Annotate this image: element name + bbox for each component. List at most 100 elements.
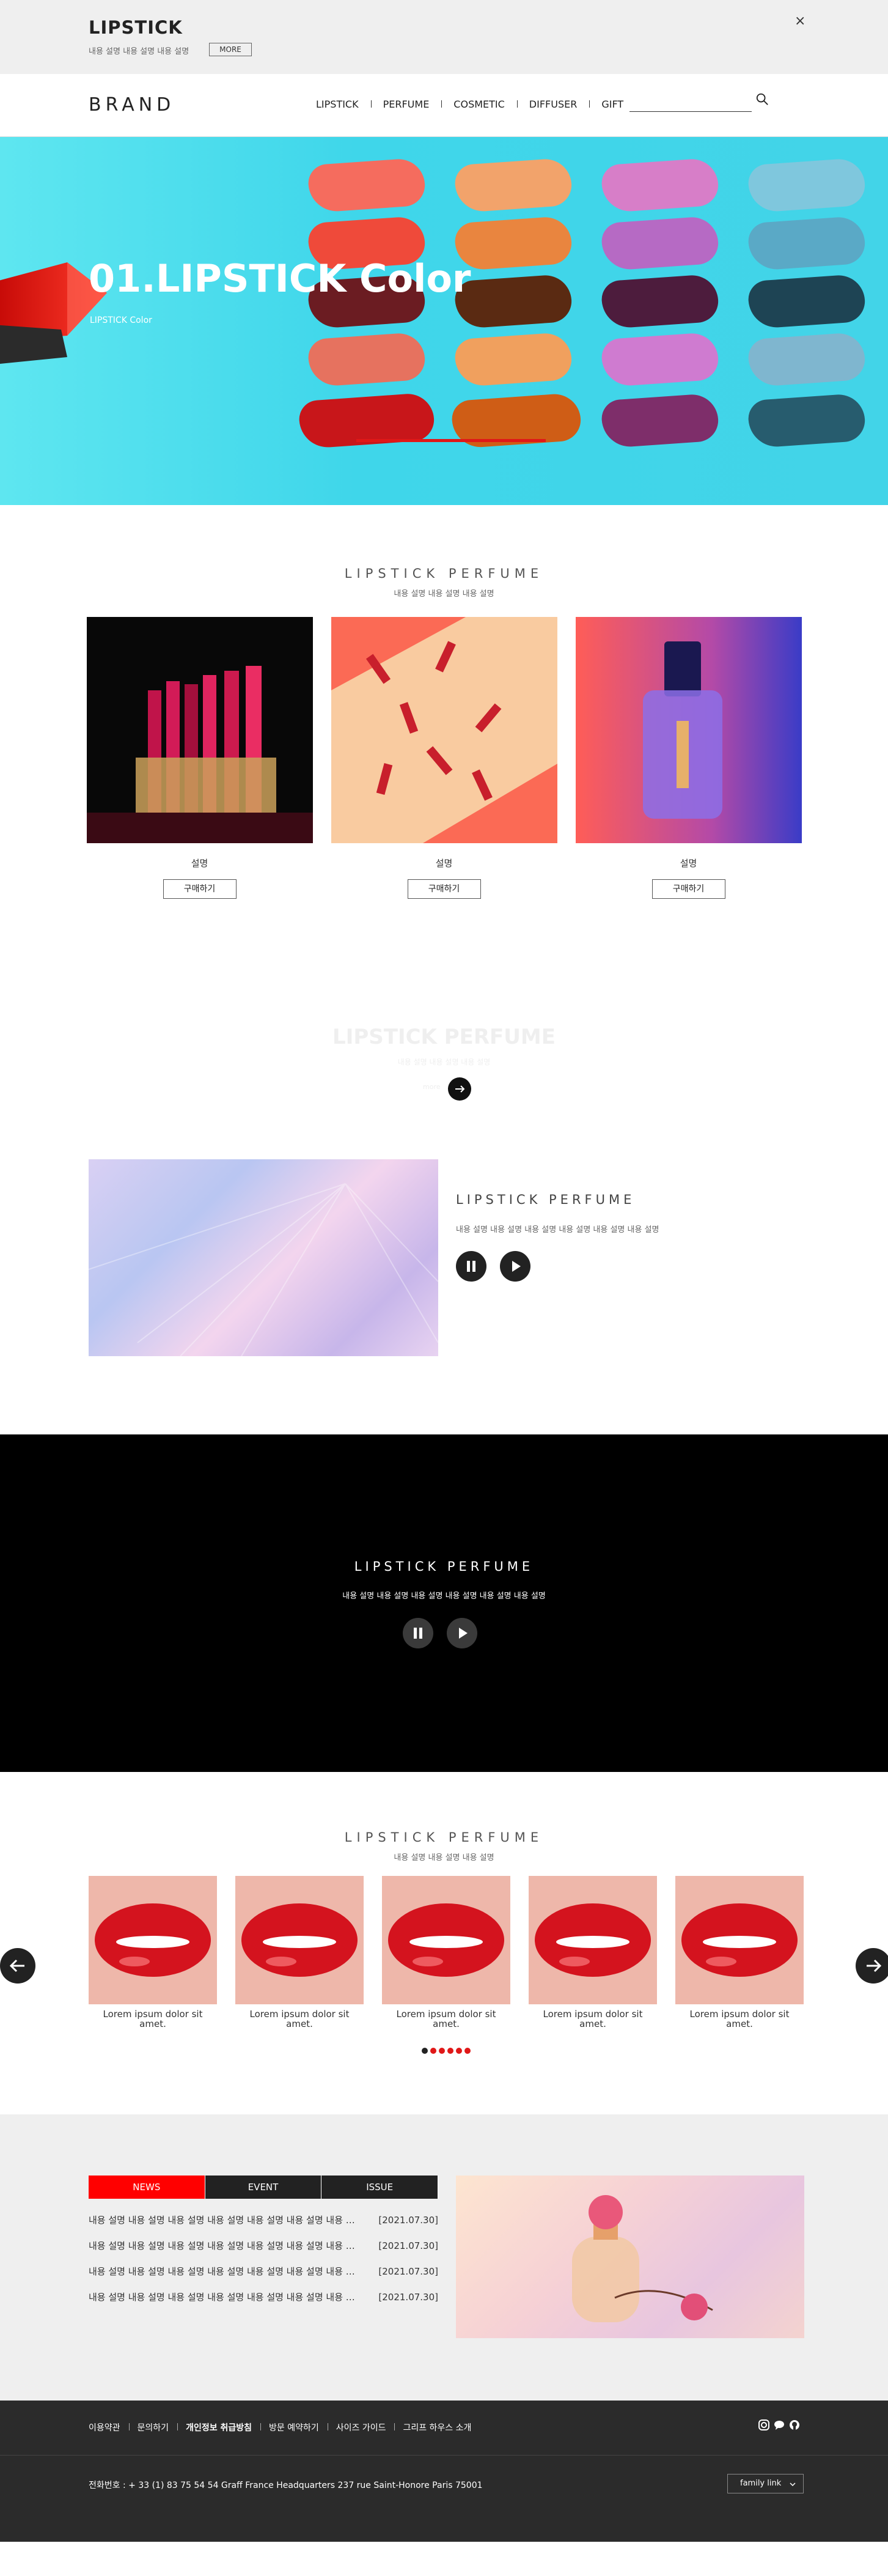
video-section: LIPSTICK PERFUME 내용 설명 내용 설명 내용 설명 내용 설명…	[0, 1159, 888, 1434]
news-text: 내용 설명 내용 설명 내용 설명 내용 설명 내용 설명 내용 설명 내용 설…	[89, 2292, 358, 2303]
buy-button[interactable]: 구매하기	[163, 879, 237, 899]
nav-item-diffuser[interactable]: DIFFUSER	[516, 98, 590, 110]
footer-link-visit[interactable]: 방문 예약하기	[260, 2421, 328, 2434]
pagination-dot[interactable]	[430, 2048, 436, 2054]
slider-track: Lorem ipsum dolor sit amet. Lorem ipsum …	[89, 1876, 804, 2029]
dark-title: LIPSTICK PERFUME	[354, 1559, 534, 1574]
news-date: [2021.07.30]	[378, 2292, 438, 2303]
product-card: 설명 구매하기	[575, 617, 802, 899]
list-item[interactable]: 내용 설명 내용 설명 내용 설명 내용 설명 내용 설명 내용 설명 내용 설…	[89, 2284, 438, 2310]
product-image-perfume[interactable]	[575, 617, 802, 843]
footer-link-terms[interactable]: 이용약관	[89, 2421, 129, 2434]
footer-links-bar: 이용약관 문의하기 개인정보 취급방침 방문 예약하기 사이즈 가이드 그리프 …	[0, 2401, 888, 2456]
nav-item-perfume[interactable]: PERFUME	[370, 98, 442, 110]
pagination-dot[interactable]	[447, 2048, 453, 2054]
list-item[interactable]: 내용 설명 내용 설명 내용 설명 내용 설명 내용 설명 내용 설명 내용 설…	[89, 2259, 438, 2284]
faded-title: LIPSTICK PERFUME	[332, 1025, 556, 1049]
promo-more-button[interactable]: MORE	[209, 43, 252, 56]
close-icon[interactable]: ×	[794, 13, 805, 29]
slide-caption: Lorem ipsum dolor sit amet.	[103, 2009, 203, 2029]
lips-image	[89, 1876, 217, 2004]
slider-title: LIPSTICK PERFUME	[344, 1830, 544, 1845]
products-subtitle: 내용 설명 내용 설명 내용 설명	[394, 589, 494, 599]
faded-more-label: more	[423, 1083, 441, 1091]
slide-caption: Lorem ipsum dolor sit amet.	[689, 2009, 790, 2029]
perfume-rose-image	[456, 2176, 804, 2338]
slider-next-button[interactable]	[856, 1948, 888, 1984]
pause-button[interactable]	[456, 1251, 486, 1282]
buy-button[interactable]: 구매하기	[407, 879, 481, 899]
color-swatches	[298, 157, 888, 485]
slide-item[interactable]: Lorem ipsum dolor sit amet.	[382, 1876, 510, 2029]
product-caption: 설명	[191, 858, 208, 869]
chevron-down-icon	[790, 2482, 796, 2487]
dark-subtitle: 내용 설명 내용 설명 내용 설명 내용 설명 내용 설명 내용 설명	[342, 1592, 546, 1601]
products-section: LIPSTICK PERFUME 내용 설명 내용 설명 내용 설명 설명 구매…	[0, 505, 888, 921]
footer-links: 이용약관 문의하기 개인정보 취급방침 방문 예약하기 사이즈 가이드 그리프 …	[89, 2421, 480, 2434]
search-icon[interactable]	[755, 92, 769, 106]
hero-banner: 01.LIPSTICK Color LIPSTICK Color	[0, 137, 888, 505]
video-thumbnail[interactable]	[89, 1159, 438, 1356]
company-address: 전화번호 : + 33 (1) 83 75 54 54 Graff France…	[89, 2481, 483, 2490]
pagination-dot[interactable]	[439, 2048, 445, 2054]
slide-item[interactable]: Lorem ipsum dolor sit amet.	[235, 1876, 364, 2029]
product-image-lipstick-flatlay[interactable]	[331, 617, 557, 843]
news-text: 내용 설명 내용 설명 내용 설명 내용 설명 내용 설명 내용 설명 내용 설…	[89, 2240, 358, 2251]
arrow-right-button[interactable]	[448, 1077, 471, 1101]
pagination-dot[interactable]	[464, 2048, 471, 2054]
play-button[interactable]	[500, 1251, 530, 1282]
nav-item-gift[interactable]: GIFT	[589, 98, 636, 110]
chat-icon[interactable]	[773, 2419, 785, 2431]
nav-item-cosmetic[interactable]: COSMETIC	[441, 98, 517, 110]
lips-image	[235, 1876, 364, 2004]
hero-subtitle: LIPSTICK Color	[90, 316, 152, 325]
products-title: LIPSTICK PERFUME	[344, 566, 544, 581]
dark-feature-section: LIPSTICK PERFUME 내용 설명 내용 설명 내용 설명 내용 설명…	[0, 1434, 888, 1772]
tab-event[interactable]: EVENT	[205, 2176, 322, 2199]
footer-info-bar: 전화번호 : + 33 (1) 83 75 54 54 Graff France…	[0, 2456, 888, 2542]
nav-item-lipstick[interactable]: LIPSTICK	[304, 98, 371, 110]
news-list: 내용 설명 내용 설명 내용 설명 내용 설명 내용 설명 내용 설명 내용 설…	[89, 2207, 438, 2310]
news-date: [2021.07.30]	[378, 2240, 438, 2251]
family-link-select[interactable]: family link	[727, 2474, 804, 2493]
news-date: [2021.07.30]	[378, 2266, 438, 2277]
github-icon[interactable]	[788, 2419, 801, 2431]
pause-icon	[414, 1628, 422, 1639]
lips-image	[382, 1876, 510, 2004]
footer-link-privacy[interactable]: 개인정보 취급방침	[177, 2421, 260, 2434]
tab-news[interactable]: NEWS	[89, 2176, 205, 2199]
news-text: 내용 설명 내용 설명 내용 설명 내용 설명 내용 설명 내용 설명 내용 설…	[89, 2266, 358, 2277]
site-header: BRAND LIPSTICK PERFUME COSMETIC DIFFUSER…	[0, 74, 888, 137]
pagination-dot[interactable]	[422, 2048, 428, 2054]
slide-item[interactable]: Lorem ipsum dolor sit amet.	[675, 1876, 804, 2029]
tab-issue[interactable]: ISSUE	[321, 2176, 439, 2199]
instagram-icon[interactable]	[758, 2419, 770, 2431]
list-item[interactable]: 내용 설명 내용 설명 내용 설명 내용 설명 내용 설명 내용 설명 내용 설…	[89, 2233, 438, 2259]
slide-item[interactable]: Lorem ipsum dolor sit amet.	[529, 1876, 657, 2029]
footer-link-size-guide[interactable]: 사이즈 가이드	[327, 2421, 395, 2434]
arrow-left-icon	[9, 1959, 24, 1973]
news-text: 내용 설명 내용 설명 내용 설명 내용 설명 내용 설명 내용 설명 내용 설…	[89, 2215, 358, 2226]
slide-item[interactable]: Lorem ipsum dolor sit amet.	[89, 1876, 217, 2029]
brand-logo[interactable]: BRAND	[89, 94, 175, 116]
pause-icon	[467, 1261, 475, 1272]
slider-pagination	[422, 2048, 471, 2054]
footer-link-about[interactable]: 그리프 하우스 소개	[394, 2421, 480, 2434]
product-image-lipsticks[interactable]	[86, 617, 313, 843]
hero-title: 01.LIPSTICK Color	[89, 256, 471, 301]
footer-link-contact[interactable]: 문의하기	[128, 2421, 178, 2434]
news-section: NEWS EVENT ISSUE 내용 설명 내용 설명 내용 설명 내용 설명…	[0, 2114, 888, 2401]
product-caption: 설명	[435, 858, 453, 869]
pagination-dot[interactable]	[456, 2048, 462, 2054]
slider-prev-button[interactable]	[0, 1948, 35, 1984]
buy-button[interactable]: 구매하기	[651, 879, 725, 899]
list-item[interactable]: 내용 설명 내용 설명 내용 설명 내용 설명 내용 설명 내용 설명 내용 설…	[89, 2207, 438, 2233]
play-button[interactable]	[447, 1618, 477, 1648]
social-links	[758, 2419, 801, 2431]
news-date: [2021.07.30]	[378, 2215, 438, 2226]
search-input[interactable]	[629, 93, 768, 112]
slide-caption: Lorem ipsum dolor sit amet.	[249, 2009, 350, 2029]
news-tabs: NEWS EVENT ISSUE	[89, 2176, 439, 2199]
pause-button[interactable]	[403, 1618, 433, 1648]
arrow-right-icon	[455, 1085, 465, 1093]
